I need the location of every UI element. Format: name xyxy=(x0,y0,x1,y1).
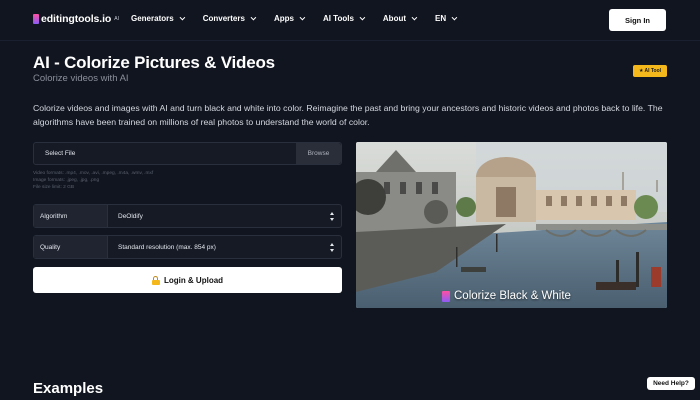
file-picker[interactable]: Select File Browse xyxy=(33,142,342,165)
lock-icon xyxy=(151,275,160,285)
logo-text: editingtools.io xyxy=(41,13,112,25)
chevron-down-icon xyxy=(299,14,306,20)
chevron-down-icon xyxy=(179,14,185,20)
main-menu: Generators Converters Apps AI Tools Abou… xyxy=(131,14,475,23)
video-formats-text: Video formats: .mp4, .mov, .avi, .mpeg, … xyxy=(33,171,154,176)
page-title: AI - Colorize Pictures & Videos xyxy=(33,53,275,72)
chevron-down-icon xyxy=(359,14,366,20)
quality-selected: Standard resolution (max. 854 px) xyxy=(118,243,216,251)
size-limit-text: File size limit: 2 GB xyxy=(33,185,75,190)
sign-in-button[interactable]: Sign In xyxy=(609,9,666,31)
menu-label: Generators xyxy=(131,14,174,23)
logo-superscript: AI xyxy=(114,16,119,22)
logo[interactable]: editingtools.io AI xyxy=(33,13,119,25)
hero-caption-text: Colorize Black & White xyxy=(454,290,571,302)
ai-tool-badge: ★ AI Tool xyxy=(633,65,667,77)
algorithm-value[interactable]: DeOldify xyxy=(108,205,341,227)
quality-select[interactable]: Quality Standard resolution (max. 854 px… xyxy=(33,235,342,259)
menu-about[interactable]: About xyxy=(382,14,418,23)
need-help-button[interactable]: Need Help? xyxy=(647,377,695,390)
select-arrows-icon xyxy=(330,212,335,221)
menu-language[interactable]: EN xyxy=(435,14,458,23)
badge-label: AI Tool xyxy=(644,68,662,74)
quality-value[interactable]: Standard resolution (max. 854 px) xyxy=(108,236,341,258)
browse-button[interactable]: Browse xyxy=(296,143,341,164)
login-upload-button[interactable]: Login & Upload xyxy=(33,267,342,293)
menu-label: Converters xyxy=(202,14,245,23)
menu-converters[interactable]: Converters xyxy=(202,14,257,23)
brand-mark-icon xyxy=(442,290,450,302)
file-input-label[interactable]: Select File xyxy=(34,143,296,164)
page-subtitle: Colorize videos with AI xyxy=(33,73,129,84)
login-upload-label: Login & Upload xyxy=(163,275,224,285)
page-description: Colorize videos and images with AI and t… xyxy=(33,103,663,127)
menu-generators[interactable]: Generators xyxy=(131,14,185,23)
colorize-example-image xyxy=(356,142,667,308)
chevron-down-icon xyxy=(250,14,257,20)
menu-label: EN xyxy=(435,14,447,23)
nav-divider xyxy=(0,40,700,41)
top-navbar: editingtools.io AI Generators Converters… xyxy=(0,0,700,40)
quality-label: Quality xyxy=(34,236,108,258)
logo-mark-icon xyxy=(33,14,39,24)
select-arrows-icon xyxy=(330,243,335,252)
hero-caption: Colorize Black & White xyxy=(442,290,571,302)
menu-label: About xyxy=(382,14,407,23)
chevron-down-icon xyxy=(411,14,418,20)
menu-apps[interactable]: Apps xyxy=(273,14,306,23)
image-formats-text: Image formats: .jpeg, .jpg, .png xyxy=(33,178,100,183)
menu-label: Apps xyxy=(273,14,294,23)
algorithm-label: Algorithm xyxy=(34,205,108,227)
chevron-down-icon xyxy=(451,14,458,20)
examples-heading: Examples xyxy=(33,380,104,397)
algorithm-select[interactable]: Algorithm DeOldify xyxy=(33,204,342,228)
menu-ai-tools[interactable]: AI Tools xyxy=(322,14,366,23)
algorithm-selected: DeOldify xyxy=(118,212,143,220)
menu-label: AI Tools xyxy=(322,14,354,23)
star-icon: ★ xyxy=(638,68,644,74)
format-info: Video formats: .mp4, .mov, .avi, .mpeg, … xyxy=(33,170,153,191)
city-illustration xyxy=(356,142,667,308)
